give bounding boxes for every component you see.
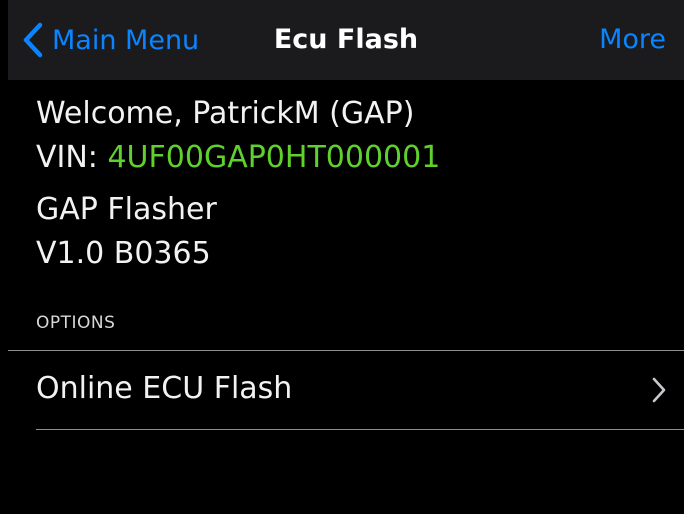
divider (36, 429, 684, 430)
app-info: GAP Flasher V1.0 B0365 (36, 188, 440, 276)
welcome-text: Welcome, PatrickM (GAP) (36, 96, 415, 131)
back-button-label: Main Menu (52, 24, 200, 56)
navigation-bar: Main Menu Ecu Flash More (8, 0, 684, 80)
chevron-left-icon (22, 22, 44, 58)
options-section-header: OPTIONS (36, 313, 116, 333)
chevron-right-icon (652, 377, 666, 403)
ecu-flash-screen: Main Menu Ecu Flash More Welcome, Patric… (8, 0, 684, 514)
app-version: V1.0 B0365 (36, 236, 211, 271)
vin-value: 4UF00GAP0HT000001 (107, 140, 441, 175)
online-ecu-flash-label: Online ECU Flash (36, 371, 293, 406)
vin-label: VIN: (36, 140, 108, 175)
user-info-block: Welcome, PatrickM (GAP) VIN: 4UF00GAP0HT… (36, 92, 440, 276)
app-name: GAP Flasher (36, 192, 217, 227)
main-menu-back-button[interactable]: Main Menu (22, 22, 199, 58)
online-ecu-flash-row[interactable]: Online ECU Flash (8, 351, 684, 429)
vin-line: VIN: 4UF00GAP0HT000001 (36, 136, 440, 180)
more-button[interactable]: More (599, 22, 666, 58)
